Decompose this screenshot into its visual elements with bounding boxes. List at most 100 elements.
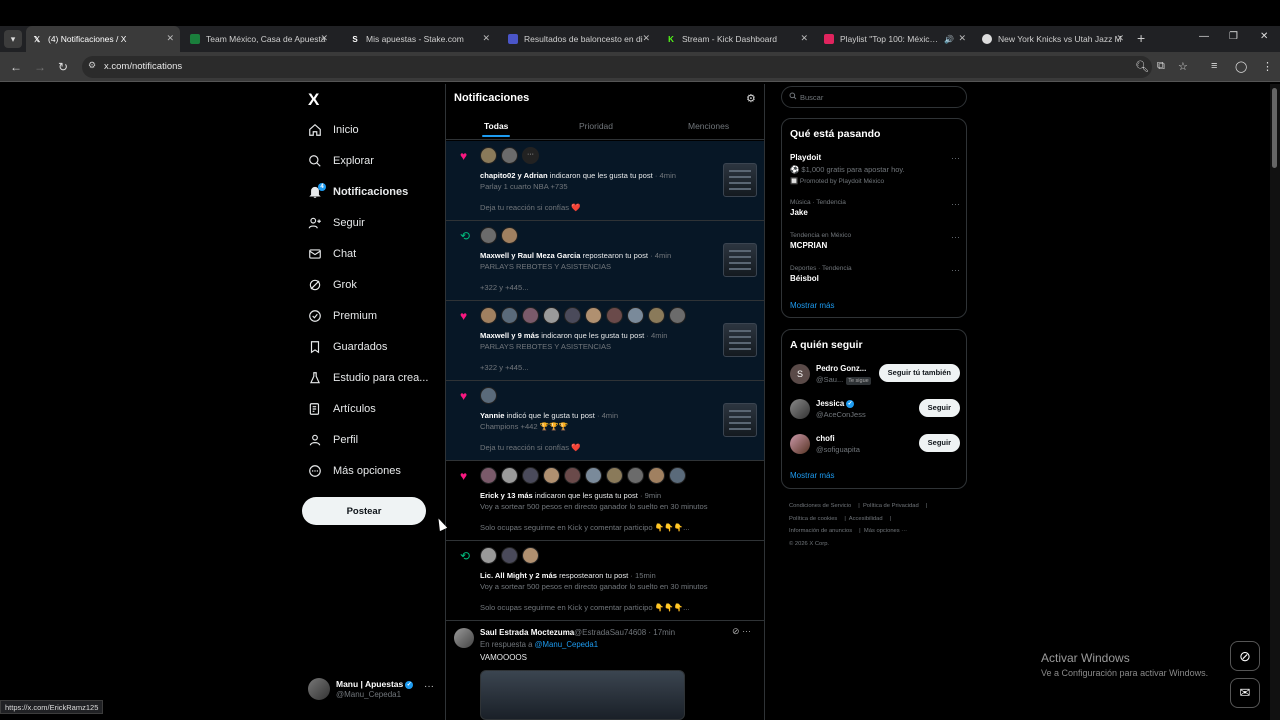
avatar[interactable] xyxy=(501,227,518,244)
avatar[interactable] xyxy=(480,467,497,484)
follow-suggestion[interactable]: chofi @sofiguapita Seguir xyxy=(790,432,960,458)
star-icon[interactable]: ☆ xyxy=(1178,60,1188,73)
site-info-icon[interactable]: ⚙ xyxy=(88,60,96,71)
post-thumbnail[interactable] xyxy=(723,403,757,437)
reply-to-link[interactable]: @Manu_Cepeda1 xyxy=(535,640,598,649)
new-tab-button[interactable]: + xyxy=(1137,30,1145,46)
show-more-link[interactable]: Mostrar más xyxy=(790,301,834,310)
avatar[interactable] xyxy=(564,307,581,324)
avatar[interactable] xyxy=(543,307,560,324)
nav-follow[interactable]: Seguir xyxy=(306,212,365,234)
close-icon[interactable]: ✕ xyxy=(1116,33,1124,44)
close-icon[interactable]: ✕ xyxy=(482,33,490,44)
avatar[interactable] xyxy=(543,467,560,484)
nav-creator-studio[interactable]: Estudio para crea... xyxy=(306,367,428,389)
trend-item[interactable]: Tendencia en México MCPRIAN ··· xyxy=(790,232,960,250)
avatar[interactable] xyxy=(522,547,539,564)
more-icon[interactable]: ··· xyxy=(951,153,960,163)
profile-icon[interactable]: ◯ xyxy=(1235,60,1247,73)
avatar[interactable] xyxy=(454,628,474,648)
more-icon[interactable]: ··· xyxy=(424,681,434,692)
notification-actors[interactable]: Lic. All Might y 2 más xyxy=(480,571,557,580)
avatar[interactable] xyxy=(606,307,623,324)
post-thumbnail[interactable] xyxy=(723,243,757,277)
notification-actors[interactable]: Maxwell y 9 más xyxy=(480,331,539,340)
like-notification[interactable]: ♥ ··· chapito02 y Adrian indicaron que les… xyxy=(446,141,764,221)
avatar[interactable] xyxy=(585,307,602,324)
avatar[interactable]: S xyxy=(790,364,810,384)
footer-link[interactable]: Más opciones ··· xyxy=(864,528,907,534)
avatar[interactable] xyxy=(480,387,497,404)
speaker-icon[interactable]: 🔊 xyxy=(944,35,954,44)
like-notification[interactable]: ♥ Maxwell y 9 más indicaron que les gusta… xyxy=(446,301,764,381)
tab-knicks[interactable]: New York Knicks vs Utah Jazz M ✕ xyxy=(976,26,1130,52)
nav-chat[interactable]: Chat xyxy=(306,243,356,265)
like-notification[interactable]: ♥ Erick y 13 más indicaron que les gusta … xyxy=(446,461,764,541)
minimize-button[interactable]: — xyxy=(1199,31,1209,42)
nav-premium[interactable]: Premium xyxy=(306,305,377,327)
avatar[interactable] xyxy=(480,147,497,164)
trend-item[interactable]: Deportes · Tendencia Béisbol ··· xyxy=(790,265,960,283)
settings-icon[interactable]: ⚙ xyxy=(746,92,756,105)
avatar[interactable] xyxy=(627,307,644,324)
reply-tweet[interactable]: Saul Estrada Moctezuma @EstradaSau74608 … xyxy=(446,620,764,720)
close-window-button[interactable]: ✕ xyxy=(1260,31,1268,42)
forward-button[interactable]: → xyxy=(34,60,46,74)
avatar[interactable] xyxy=(564,467,581,484)
nav-more-options[interactable]: Más opciones xyxy=(306,460,401,482)
avatar[interactable] xyxy=(606,467,623,484)
avatar[interactable] xyxy=(627,467,644,484)
promoted-trend[interactable]: Playdoit ⚽ $1,000 gratis para apostar ho… xyxy=(790,153,960,185)
repost-notification[interactable]: ⟲ Lic. All Might y 2 más respostearon tu … xyxy=(446,541,764,621)
trend-item[interactable]: Música · Tendencia Jake ··· xyxy=(790,199,960,217)
post-thumbnail[interactable] xyxy=(723,323,757,357)
repost-notification[interactable]: ⟲ Maxwell y Raul Meza Garcia repostearon … xyxy=(446,221,764,301)
nav-articles[interactable]: Artículos xyxy=(306,398,376,420)
footer-link[interactable]: Condiciones de Servicio xyxy=(789,503,851,509)
avatar[interactable] xyxy=(648,307,665,324)
nav-notifications[interactable]: 4 Notificaciones xyxy=(306,181,408,203)
nav-profile[interactable]: Perfil xyxy=(306,429,358,451)
close-icon[interactable]: ✕ xyxy=(320,33,328,44)
follow-button[interactable]: Seguir xyxy=(918,399,960,417)
avatar[interactable] xyxy=(501,547,518,564)
install-icon[interactable]: ⧉ xyxy=(1157,60,1165,73)
avatar[interactable] xyxy=(480,547,497,564)
tab-playlist[interactable]: Playlist "Top 100: México" e 🔊 ✕ xyxy=(818,26,972,52)
nav-bookmarks[interactable]: Guardados xyxy=(306,336,387,358)
avatar[interactable] xyxy=(522,307,539,324)
follow-suggestion[interactable]: Jessica ✓ @AceConJess Seguir xyxy=(790,397,960,423)
show-more-link[interactable]: Mostrar más xyxy=(790,471,834,480)
more-icon[interactable]: ··· xyxy=(951,232,960,242)
avatar[interactable] xyxy=(480,227,497,244)
avatar[interactable] xyxy=(648,467,665,484)
notification-actors[interactable]: chapito02 y Adrian xyxy=(480,171,548,180)
more-icon[interactable]: ··· xyxy=(742,626,751,636)
avatar[interactable] xyxy=(790,399,810,419)
zoom-icon[interactable]: 🔍︎ xyxy=(1135,60,1149,73)
footer-link[interactable]: Información de anuncios xyxy=(789,528,852,534)
scrollbar-track[interactable] xyxy=(1270,84,1280,720)
more-icon[interactable]: ··· xyxy=(951,265,960,275)
tab-priority[interactable]: Prioridad xyxy=(579,121,613,131)
avatar[interactable] xyxy=(790,434,810,454)
close-icon[interactable]: ✕ xyxy=(166,33,174,44)
nav-home[interactable]: Inicio xyxy=(306,119,359,141)
account-switcher[interactable]: Manu | Apuestas ✓ @Manu_Cepeda1 ··· xyxy=(308,678,438,704)
post-button[interactable]: Postear xyxy=(302,497,426,525)
close-icon[interactable]: ✕ xyxy=(800,33,808,44)
url-field[interactable]: ⚙ x.com/notifications xyxy=(82,56,1152,78)
like-notification[interactable]: ♥ Yannie indicó que le gusta tu post · 4m… xyxy=(446,381,764,461)
tab-kick[interactable]: K Stream - Kick Dashboard ✕ xyxy=(660,26,814,52)
notification-actors[interactable]: Maxwell y Raul Meza Garcia xyxy=(480,251,580,260)
close-icon[interactable]: ✕ xyxy=(642,33,650,44)
footer-link[interactable]: Política de cookies xyxy=(789,516,837,522)
tab-all[interactable]: Todas xyxy=(482,121,510,137)
more-icon[interactable]: ··· xyxy=(951,199,960,209)
avatar[interactable] xyxy=(669,467,686,484)
back-button[interactable]: ← xyxy=(10,60,22,74)
avatar[interactable] xyxy=(669,307,686,324)
avatar[interactable] xyxy=(501,467,518,484)
reload-button[interactable]: ↻ xyxy=(58,60,68,74)
footer-link[interactable]: Política de Privacidad xyxy=(863,503,919,509)
